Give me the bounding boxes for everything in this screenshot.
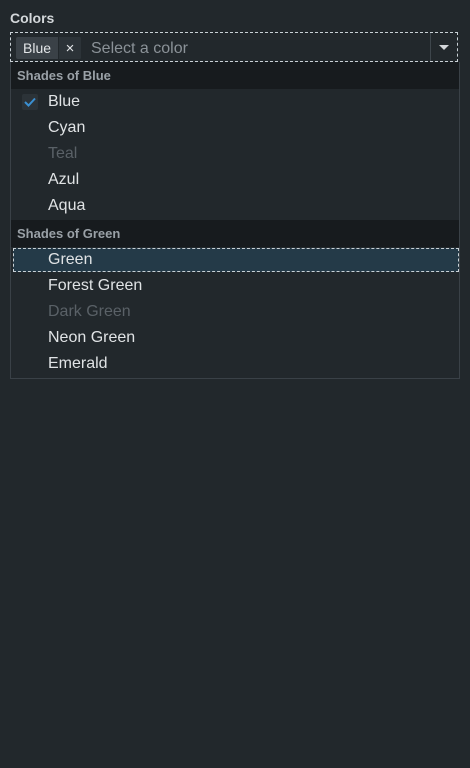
group-header-blue: Shades of Blue	[11, 62, 459, 89]
option-label: Green	[48, 251, 93, 268]
chevron-down-icon	[439, 44, 449, 50]
option-label: Forest Green	[48, 277, 143, 294]
option-neon-green[interactable]: Neon Green	[11, 325, 459, 351]
multiselect-control[interactable]: Blue × Select a color	[10, 32, 458, 62]
option-forest-green[interactable]: Forest Green	[11, 273, 459, 299]
dropdown-toggle-button[interactable]	[430, 33, 457, 61]
option-green[interactable]: Green	[13, 248, 459, 272]
dropdown-menu: Shades of Blue Blue Cyan Teal Azul Aqua …	[10, 62, 460, 379]
option-label: Teal	[48, 145, 78, 162]
option-label: Cyan	[48, 119, 86, 136]
option-azul[interactable]: Azul	[11, 167, 459, 193]
field-label: Colors	[10, 10, 55, 26]
option-dark-green: Dark Green	[11, 299, 459, 325]
option-label: Azul	[48, 171, 80, 188]
option-label: Dark Green	[48, 303, 131, 320]
selected-chip-blue: Blue ×	[16, 37, 82, 59]
group-header-green: Shades of Green	[11, 220, 459, 247]
option-emerald[interactable]: Emerald	[11, 351, 459, 377]
option-cyan[interactable]: Cyan	[11, 115, 459, 141]
close-icon[interactable]: ×	[58, 37, 82, 59]
option-label: Blue	[48, 93, 81, 110]
option-label: Emerald	[48, 355, 108, 372]
option-label: Neon Green	[48, 329, 136, 346]
option-aqua[interactable]: Aqua	[11, 193, 459, 219]
option-blue[interactable]: Blue	[11, 89, 459, 115]
search-input[interactable]: Select a color	[91, 40, 188, 58]
chip-label: Blue	[23, 40, 52, 56]
check-icon	[22, 94, 38, 110]
option-teal: Teal	[11, 141, 459, 167]
option-label: Aqua	[48, 197, 86, 214]
